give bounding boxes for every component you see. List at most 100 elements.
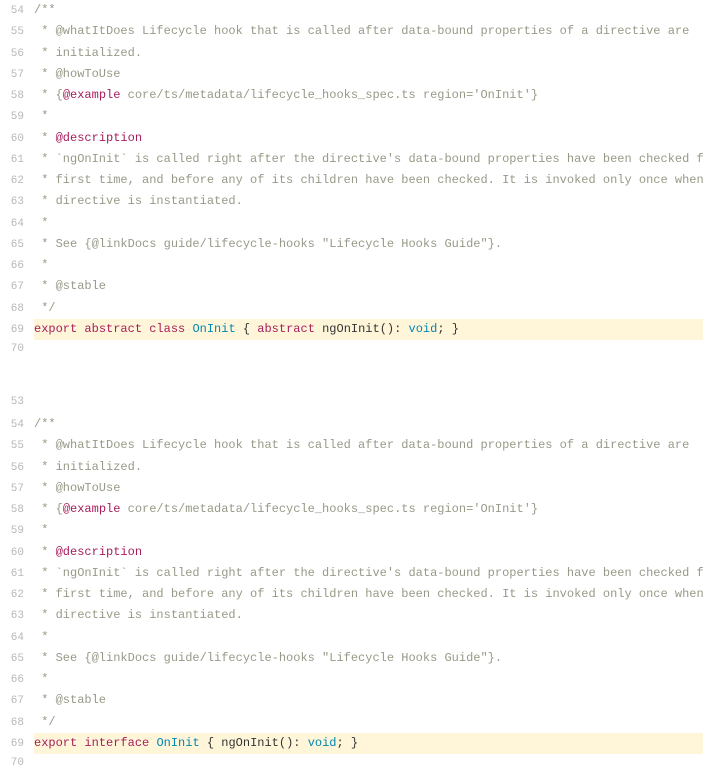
code-line: 53	[0, 393, 703, 414]
token-c: * initialized.	[34, 46, 142, 60]
line-content[interactable]: *	[34, 520, 703, 541]
token-c: * `ngOnInit` is called right after the d…	[34, 152, 703, 166]
token-c: *	[34, 523, 48, 537]
line-number: 63	[0, 193, 34, 212]
line-content[interactable]: * @howToUse	[34, 64, 703, 85]
code-line: 62 * first time, and before any of its c…	[0, 170, 703, 191]
line-number: 57	[0, 480, 34, 499]
code-line: 61 * `ngOnInit` is called right after th…	[0, 563, 703, 584]
line-content[interactable]: * @description	[34, 128, 703, 149]
token-c: core/ts/metadata/lifecycle_hooks_spec.ts…	[120, 502, 538, 516]
line-number: 56	[0, 45, 34, 64]
token-c: *	[34, 258, 48, 272]
token-pnc: {	[200, 736, 222, 750]
line-number: 55	[0, 23, 34, 42]
line-content[interactable]: * @description	[34, 542, 703, 563]
token-pnc	[149, 736, 156, 750]
line-content[interactable]: /**	[34, 414, 703, 435]
code-line: 56 * initialized.	[0, 457, 703, 478]
line-number: 62	[0, 586, 34, 605]
code-line: 59 *	[0, 106, 703, 127]
line-number: 68	[0, 714, 34, 733]
token-c: *	[34, 630, 48, 644]
token-kw: interface	[84, 736, 149, 750]
code-line: 62 * first time, and before any of its c…	[0, 584, 703, 605]
line-content[interactable]: export interface OnInit { ngOnInit(): vo…	[34, 733, 703, 754]
code-line: 70	[0, 340, 703, 361]
token-c: /**	[34, 3, 56, 17]
token-pnc: {	[236, 322, 258, 336]
line-number: 60	[0, 544, 34, 563]
line-content[interactable]: * @stable	[34, 690, 703, 711]
code-line: 55 * @whatItDoes Lifecycle hook that is …	[0, 435, 703, 456]
line-number: 58	[0, 501, 34, 520]
code-line: 54/**	[0, 414, 703, 435]
code-line: 69export abstract class OnInit { abstrac…	[0, 319, 703, 340]
code-line: 65 * See {@linkDocs guide/lifecycle-hook…	[0, 648, 703, 669]
line-content[interactable]: /**	[34, 0, 703, 21]
line-content[interactable]: * first time, and before any of its chil…	[34, 170, 703, 191]
line-content[interactable]: * directive is instantiated.	[34, 605, 703, 626]
token-pnc: ; }	[337, 736, 359, 750]
line-content[interactable]: * {@example core/ts/metadata/lifecycle_h…	[34, 499, 703, 520]
line-content[interactable]: * `ngOnInit` is called right after the d…	[34, 149, 703, 170]
token-kw: abstract	[257, 322, 315, 336]
code-line: 63 * directive is instantiated.	[0, 191, 703, 212]
diff-view: 54/**55 * @whatItDoes Lifecycle hook tha…	[0, 0, 703, 775]
line-number: 57	[0, 66, 34, 85]
line-content[interactable]: *	[34, 669, 703, 690]
line-content[interactable]: *	[34, 255, 703, 276]
line-content[interactable]: *	[34, 213, 703, 234]
token-kw: abstract	[84, 322, 142, 336]
token-c: * @whatItDoes Lifecycle hook that is cal…	[34, 24, 689, 38]
line-content[interactable]: * directive is instantiated.	[34, 191, 703, 212]
line-content[interactable]: * See {@linkDocs guide/lifecycle-hooks "…	[34, 234, 703, 255]
line-content[interactable]: * @howToUse	[34, 478, 703, 499]
line-content[interactable]: * initialized.	[34, 43, 703, 64]
line-number: 70	[0, 340, 34, 359]
line-number: 66	[0, 671, 34, 690]
code-line: 56 * initialized.	[0, 43, 703, 64]
line-number: 62	[0, 172, 34, 191]
code-line: 58 * {@example core/ts/metadata/lifecycl…	[0, 85, 703, 106]
code-line: 66 *	[0, 669, 703, 690]
line-number: 69	[0, 321, 34, 340]
code-line: 59 *	[0, 520, 703, 541]
line-content[interactable]: export abstract class OnInit { abstract …	[34, 319, 703, 340]
token-c: * first time, and before any of its chil…	[34, 587, 703, 601]
code-line: 66 *	[0, 255, 703, 276]
token-tag: @example	[63, 88, 121, 102]
line-content[interactable]: */	[34, 712, 703, 733]
line-content[interactable]: * @whatItDoes Lifecycle hook that is cal…	[34, 435, 703, 456]
token-tag: @example	[63, 502, 121, 516]
line-number: 61	[0, 151, 34, 170]
line-content[interactable]: * See {@linkDocs guide/lifecycle-hooks "…	[34, 648, 703, 669]
code-line: 54/**	[0, 0, 703, 21]
line-content[interactable]: */	[34, 298, 703, 319]
token-c: * @whatItDoes Lifecycle hook that is cal…	[34, 438, 689, 452]
code-line: 64 *	[0, 627, 703, 648]
line-content[interactable]: * `ngOnInit` is called right after the d…	[34, 563, 703, 584]
token-c: */	[34, 715, 56, 729]
code-line: 61 * `ngOnInit` is called right after th…	[0, 149, 703, 170]
line-content[interactable]: *	[34, 106, 703, 127]
line-content[interactable]: *	[34, 627, 703, 648]
code-line: 55 * @whatItDoes Lifecycle hook that is …	[0, 21, 703, 42]
line-content[interactable]: * first time, and before any of its chil…	[34, 584, 703, 605]
code-line: 60 * @description	[0, 542, 703, 563]
line-number: 65	[0, 650, 34, 669]
line-number: 56	[0, 459, 34, 478]
token-c: /**	[34, 417, 56, 431]
token-kw: class	[149, 322, 185, 336]
line-content[interactable]: * @stable	[34, 276, 703, 297]
line-content[interactable]: * @whatItDoes Lifecycle hook that is cal…	[34, 21, 703, 42]
token-fn: ngOnInit	[221, 736, 279, 750]
token-c: *	[34, 672, 48, 686]
code-line: 70	[0, 754, 703, 775]
line-number: 67	[0, 278, 34, 297]
line-content[interactable]: * initialized.	[34, 457, 703, 478]
line-content[interactable]: * {@example core/ts/metadata/lifecycle_h…	[34, 85, 703, 106]
token-c: * directive is instantiated.	[34, 608, 243, 622]
token-c: core/ts/metadata/lifecycle_hooks_spec.ts…	[120, 88, 538, 102]
line-number: 68	[0, 300, 34, 319]
